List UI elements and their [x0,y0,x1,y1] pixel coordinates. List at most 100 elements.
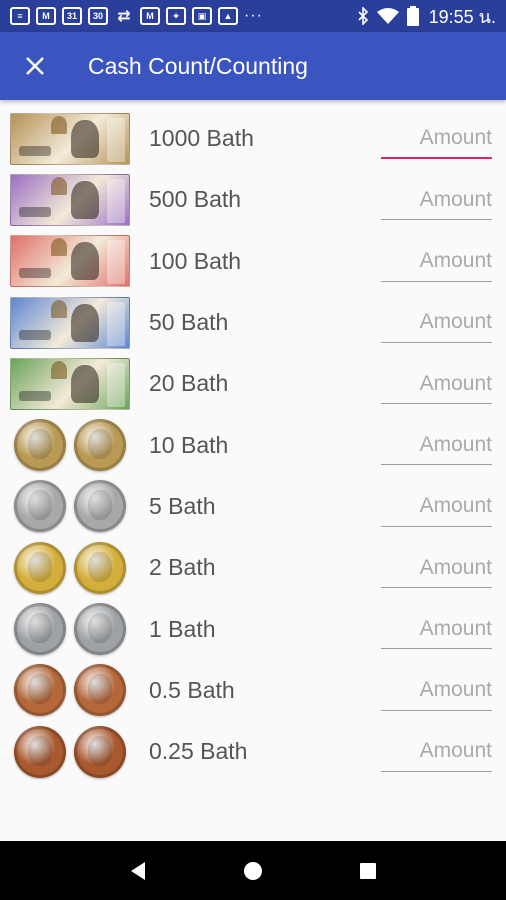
app-bar: Cash Count/Counting [0,32,506,100]
amount-field[interactable] [381,670,492,711]
coin-image [10,480,130,533]
denomination-label: 0.5 Bath [149,676,235,703]
denomination-label: 50 Bath [149,309,229,336]
amount-field[interactable] [381,486,492,527]
coin-front-icon [14,419,66,472]
amount-field[interactable] [381,425,492,466]
denomination-row: 5 Bath [0,476,506,537]
coin-front-icon [14,480,66,533]
coin-front-icon [14,603,66,656]
banknote-icon [10,357,130,410]
denomination-row: 100 Bath [0,231,506,292]
amount-input[interactable] [381,241,492,281]
banknote-image [10,173,130,226]
notification-icons: ≡ M 31 30 ⇄ M ⌖ ▣ ▲ ··· [10,7,263,25]
photo-icon: ▲ [218,7,238,25]
home-button[interactable] [228,846,278,896]
amount-field[interactable] [381,548,492,589]
calendar-30-icon: 30 [88,7,108,25]
status-bar: ≡ M 31 30 ⇄ M ⌖ ▣ ▲ ··· 19:55 น. [0,0,506,32]
clock: 19:55 น. [428,6,496,27]
coin-back-icon [74,664,126,717]
amount-field[interactable] [381,364,492,405]
amount-field[interactable] [381,731,492,772]
denomination-row: 0.25 Bath [0,721,506,782]
home-icon [243,861,262,880]
document-icon: ≡ [10,7,30,25]
amount-input[interactable] [381,670,492,710]
amount-input[interactable] [381,302,492,342]
banknote-image [10,235,130,288]
amount-field[interactable] [381,241,492,282]
banknote-icon [10,173,130,226]
coin-pair [14,541,126,594]
gmail-icon: M [140,7,160,25]
denomination-label: 1 Bath [149,615,216,642]
bluetooth-icon [358,7,368,25]
denomination-row: 2 Bath [0,537,506,598]
amount-field[interactable] [381,302,492,343]
denomination-row: 20 Bath [0,353,506,414]
denomination-row: 0.5 Bath [0,660,506,721]
denomination-row: 1 Bath [0,598,506,659]
coin-back-icon [74,541,126,594]
amount-input[interactable] [381,548,492,588]
coin-pair [14,603,126,656]
map-icon: ⌖ [166,7,186,25]
close-button[interactable] [0,32,70,100]
denomination-row: 1000 Bath [0,108,506,169]
coin-image [10,664,130,717]
amount-input[interactable] [381,486,492,526]
amount-field[interactable] [381,180,492,221]
coin-image [10,419,130,472]
coin-back-icon [74,603,126,656]
banknote-icon [10,296,130,349]
banknote-icon [10,112,130,165]
gmail-icon: M [36,7,56,25]
more-notifications-icon: ··· [244,7,263,24]
denomination-label: 20 Bath [149,370,229,397]
coin-pair [14,725,126,778]
recents-icon [360,862,377,879]
coin-back-icon [74,480,126,533]
recents-button[interactable] [343,846,393,896]
coin-pair [14,664,126,717]
denomination-row: 50 Bath [0,292,506,353]
banknote-image [10,357,130,410]
navigation-bar [0,841,506,900]
amount-input[interactable] [381,364,492,404]
coin-front-icon [14,541,66,594]
denomination-label: 500 Bath [149,186,242,213]
denomination-label: 1000 Bath [149,125,254,152]
wifi-icon [376,8,399,24]
page-title: Cash Count/Counting [88,52,308,79]
coin-pair [14,480,126,533]
back-button[interactable] [113,846,163,896]
denomination-label: 10 Bath [149,431,229,458]
amount-input[interactable] [381,425,492,465]
close-icon [26,57,44,75]
denomination-row: 500 Bath [0,169,506,230]
wallet-icon: ▣ [192,7,212,25]
coin-back-icon [74,419,126,472]
coin-back-icon [74,725,126,778]
coin-image [10,541,130,594]
banknote-icon [10,235,130,288]
amount-input[interactable] [381,119,492,157]
coin-pair [14,419,126,472]
amount-input[interactable] [381,180,492,220]
banknote-image [10,296,130,349]
amount-field[interactable] [381,609,492,650]
amount-input[interactable] [381,609,492,649]
denomination-label: 100 Bath [149,247,242,274]
amount-input[interactable] [381,731,492,771]
coin-front-icon [14,725,66,778]
battery-icon [406,6,419,26]
amount-field[interactable] [381,119,492,159]
sync-icon: ⇄ [117,8,131,25]
denomination-list: 1000 Bath 500 Bath 100 Bath 50 Bath 20 Bath 1… [0,108,506,782]
calendar-31-icon: 31 [62,7,82,25]
denomination-label: 2 Bath [149,554,216,581]
coin-image [10,603,130,656]
denomination-row: 10 Bath [0,414,506,475]
